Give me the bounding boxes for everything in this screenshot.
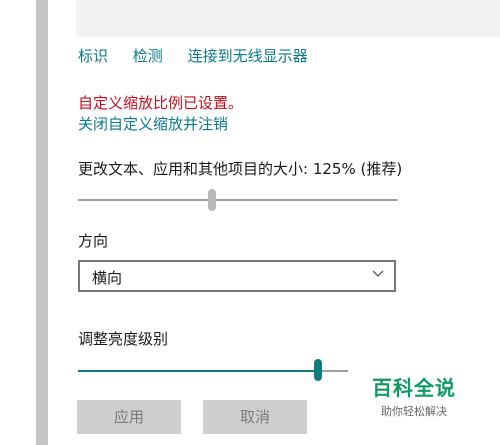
cancel-button[interactable]: 取消 [203,400,307,434]
disable-custom-scaling-link[interactable]: 关闭自定义缩放并注销 [78,113,228,134]
brightness-label: 调整亮度级别 [78,330,169,348]
brightness-slider-track[interactable] [318,370,348,372]
display-actions: 标识 检测 连接到无线显示器 [78,45,328,66]
brightness-slider-thumb[interactable] [314,359,323,381]
custom-scaling-warning: 自定义缩放比例已设置。 [78,94,244,112]
scale-label: 更改文本、应用和其他项目的大小: 125% (推荐) [78,160,403,178]
watermark-title: 百科全说 [372,376,456,400]
scale-slider-thumb[interactable] [208,189,217,211]
orientation-dropdown[interactable]: 横向 [78,260,396,292]
identify-link[interactable]: 标识 [78,47,108,65]
brightness-slider-fill[interactable] [78,370,319,372]
detect-link[interactable]: 检测 [133,47,163,65]
scrollbar-track[interactable] [36,0,48,445]
watermark-logo: 百科全说 助你轻松解决 [366,372,462,419]
scale-slider-track[interactable] [78,199,398,201]
watermark-subtitle: 助你轻松解决 [381,405,447,418]
connect-wireless-display-link[interactable]: 连接到无线显示器 [188,47,308,65]
orientation-label: 方向 [78,232,109,250]
orientation-selected-value: 横向 [92,269,123,287]
display-preview-area[interactable] [76,0,500,37]
chevron-down-icon [372,270,384,277]
apply-button[interactable]: 应用 [77,400,181,434]
